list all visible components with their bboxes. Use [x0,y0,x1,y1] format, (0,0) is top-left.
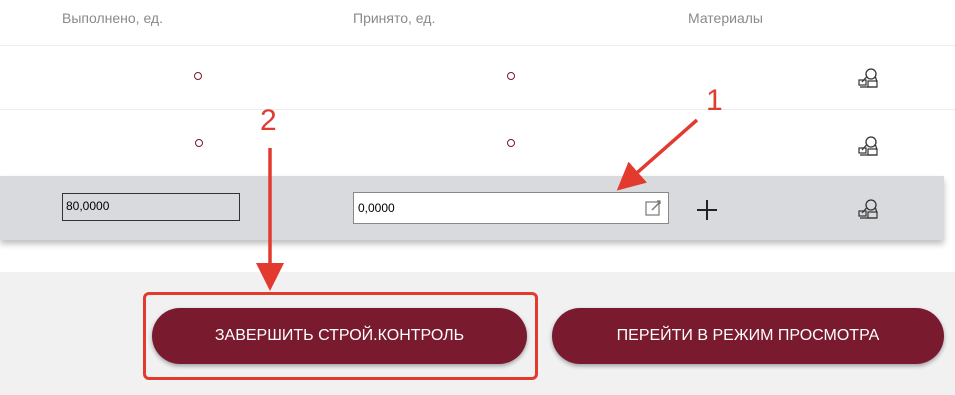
annotation-arrow-1 [616,118,699,191]
annotation-arrows [256,118,699,291]
